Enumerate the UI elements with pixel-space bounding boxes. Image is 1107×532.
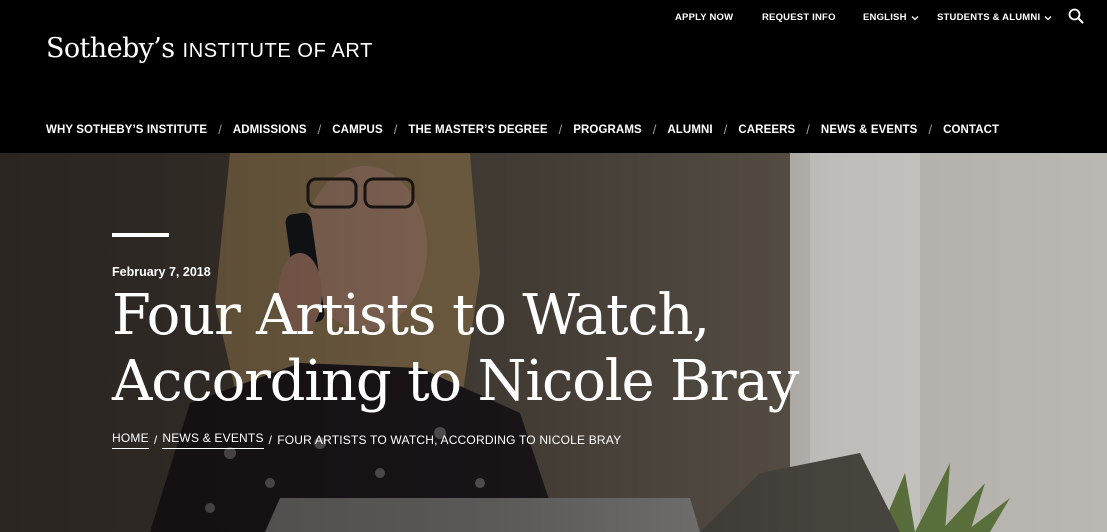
students-alumni-dropdown[interactable]: STUDENTS & ALUMNI <box>937 12 1052 23</box>
nav-masters-degree[interactable]: THE MASTER’S DEGREE <box>408 124 547 136</box>
breadcrumb-news-events[interactable]: NEWS & EVENTS <box>162 431 264 449</box>
breadcrumb-separator: / <box>268 433 273 447</box>
utility-nav: APPLY NOW REQUEST INFO ENGLISH STUDENTS … <box>0 12 1107 24</box>
main-nav: WHY SOTHEBY’S INSTITUTE / ADMISSIONS / C… <box>46 122 999 137</box>
nav-separator: / <box>652 122 657 137</box>
breadcrumb-home[interactable]: HOME <box>112 431 149 449</box>
nav-admissions[interactable]: ADMISSIONS <box>233 124 307 136</box>
language-dropdown[interactable]: ENGLISH <box>863 12 919 23</box>
site-logo[interactable]: Sotheby’s INSTITUTE OF ART <box>46 33 373 64</box>
hero-banner: February 7, 2018 Four Artists to Watch, … <box>0 153 1107 532</box>
language-label: ENGLISH <box>863 12 907 23</box>
nav-news-events[interactable]: NEWS & EVENTS <box>821 124 918 136</box>
nav-separator: / <box>558 122 563 137</box>
search-icon[interactable] <box>1068 8 1084 24</box>
chevron-down-icon <box>911 15 919 21</box>
nav-careers[interactable]: CAREERS <box>738 124 795 136</box>
nav-separator: / <box>723 122 728 137</box>
nav-programs[interactable]: PROGRAMS <box>573 124 642 136</box>
nav-separator: / <box>317 122 322 137</box>
chevron-down-icon <box>1044 15 1052 21</box>
nav-separator: / <box>218 122 222 137</box>
site-header: Sotheby’s INSTITUTE OF ART APPLY NOW REQ… <box>0 0 1107 153</box>
title-line-2: According to Nicole Bray <box>112 349 799 414</box>
page-title: Four Artists to Watch, According to Nico… <box>112 283 872 415</box>
nav-campus[interactable]: CAMPUS <box>332 124 382 136</box>
nav-separator: / <box>928 122 933 137</box>
logo-wordmark: Sotheby’s <box>46 33 175 64</box>
nav-contact[interactable]: CONTACT <box>943 124 999 136</box>
logo-subtitle: INSTITUTE OF ART <box>182 40 373 62</box>
post-date: February 7, 2018 <box>112 265 211 279</box>
apply-now-link[interactable]: APPLY NOW <box>675 12 733 23</box>
request-info-link[interactable]: REQUEST INFO <box>762 12 836 23</box>
students-alumni-label: STUDENTS & ALUMNI <box>937 12 1041 23</box>
breadcrumb-separator: / <box>153 433 158 447</box>
breadcrumb-current: FOUR ARTISTS TO WATCH, ACCORDING TO NICO… <box>277 433 622 447</box>
nav-why-sothebys-institute[interactable]: WHY SOTHEBY’S INSTITUTE <box>46 124 207 136</box>
title-line-1: Four Artists to Watch, <box>112 283 710 348</box>
nav-alumni[interactable]: ALUMNI <box>667 124 712 136</box>
nav-separator: / <box>806 122 810 137</box>
breadcrumb: HOME / NEWS & EVENTS / FOUR ARTISTS TO W… <box>112 431 621 449</box>
nav-separator: / <box>393 122 398 137</box>
accent-bar <box>112 233 169 237</box>
